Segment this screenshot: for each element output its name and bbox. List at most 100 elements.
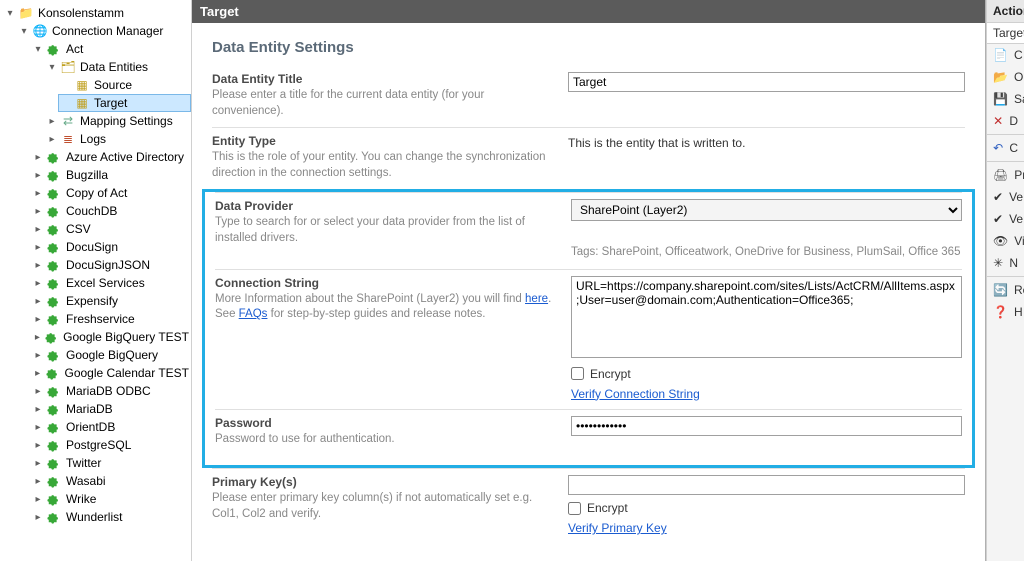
data-provider-select[interactable]: SharePoint (Layer2)	[571, 199, 962, 221]
action-item[interactable]: 👁Vi	[987, 230, 1024, 252]
expander-icon[interactable]: ▸	[32, 403, 44, 415]
tree-connection-item[interactable]: ▸ Twitter	[30, 454, 191, 472]
navigation-tree[interactable]: ▾ 📁 Konsolenstamm ▾ 🌐 Connection Manager	[0, 0, 192, 561]
tree-connection-item[interactable]: ▸ Excel Services	[30, 274, 191, 292]
tree-connection-item[interactable]: ▸ Wunderlist	[30, 508, 191, 526]
action-icon: ✔	[993, 189, 1003, 205]
tree-connection-item[interactable]: ▸ Freshservice	[30, 310, 191, 328]
action-label: Vi	[1014, 234, 1024, 248]
tree-label: Google BigQuery TEST	[63, 330, 189, 344]
password-input[interactable]	[571, 416, 962, 436]
tree-connection-item[interactable]: ▸ Google BigQuery	[30, 346, 191, 364]
expander-icon[interactable]: ▾	[32, 43, 44, 55]
tree-source[interactable]: ▸ ▦ Source	[58, 76, 191, 94]
tree-connection-item[interactable]: ▸ DocuSignJSON	[30, 256, 191, 274]
expander-icon[interactable]: ▸	[32, 277, 44, 289]
expander-icon[interactable]: ▸	[32, 385, 44, 397]
action-item[interactable]: ↶C	[987, 137, 1024, 159]
action-icon: 💾	[993, 91, 1008, 107]
tree-connection-item[interactable]: ▸ DocuSign	[30, 238, 191, 256]
action-item[interactable]: ✳N	[987, 252, 1024, 274]
tree-connection-item[interactable]: ▸ PostgreSQL	[30, 436, 191, 454]
expander-icon[interactable]: ▸	[32, 295, 44, 307]
expander-icon[interactable]: ▸	[32, 223, 44, 235]
action-item[interactable]: ✔Ve	[987, 208, 1024, 230]
faqs-link[interactable]: FAQs	[239, 308, 268, 320]
action-item[interactable]: 🖨Pr	[987, 164, 1024, 186]
expander-icon[interactable]: ▸	[32, 421, 44, 433]
expander-icon[interactable]: ▸	[32, 331, 43, 343]
action-item[interactable]: ✕D	[987, 110, 1024, 132]
tree-connection-item[interactable]: ▸ Bugzilla	[30, 166, 191, 184]
form-area[interactable]: Data Entity Settings Data Entity Title P…	[192, 23, 985, 561]
expander-icon[interactable]: ▸	[32, 457, 44, 469]
expander-icon[interactable]: ▸	[32, 187, 44, 199]
expander-icon[interactable]: ▸	[32, 169, 44, 181]
expander-icon[interactable]: ▸	[32, 511, 44, 523]
tree-target[interactable]: ▸ ▦ Target	[58, 94, 191, 112]
tree-connection-manager[interactable]: ▾ 🌐 Connection Manager	[16, 22, 191, 40]
expander-icon[interactable]: ▸	[46, 133, 58, 145]
tree-connection-item[interactable]: ▸ CSV	[30, 220, 191, 238]
tree-connection-item[interactable]: ▸ Copy of Act	[30, 184, 191, 202]
action-item[interactable]: 💾Sa	[987, 88, 1024, 110]
tree-connection-item[interactable]: ▸ Google BigQuery TEST	[30, 328, 191, 346]
tree-act[interactable]: ▾ Act	[30, 40, 191, 58]
encrypt-checkbox[interactable]	[571, 367, 584, 380]
tree-root[interactable]: ▾ 📁 Konsolenstamm	[2, 4, 191, 22]
action-label: O	[1014, 70, 1023, 84]
tree-logs[interactable]: ▸ ≣ Logs	[44, 130, 191, 148]
expander-icon[interactable]: ▾	[18, 25, 30, 37]
tree-connection-item[interactable]: ▸ Expensify	[30, 292, 191, 310]
expander-icon[interactable]: ▸	[32, 493, 44, 505]
action-item[interactable]: 📂O	[987, 66, 1024, 88]
data-entity-title-input[interactable]	[568, 72, 965, 92]
tree-connection-item[interactable]: ▸ MariaDB ODBC	[30, 382, 191, 400]
expander-icon[interactable]: ▾	[46, 61, 58, 73]
tree-connection-item[interactable]: ▸ Azure Active Directory	[30, 148, 191, 166]
expander-icon[interactable]: ▸	[32, 205, 44, 217]
entity-icon: ▦	[74, 77, 90, 93]
expander-icon[interactable]: ▸	[32, 259, 44, 271]
puzzle-icon	[46, 167, 62, 183]
tree-connection-item[interactable]: ▸ Wrike	[30, 490, 191, 508]
tree-connection-item[interactable]: ▸ Google Calendar TEST	[30, 364, 191, 382]
tree-data-entities[interactable]: ▾ 🗂 Data Entities	[44, 58, 191, 76]
tree-connection-item[interactable]: ▸ CouchDB	[30, 202, 191, 220]
connection-string-textarea[interactable]	[571, 276, 962, 358]
puzzle-icon	[46, 41, 62, 57]
tree-label: CouchDB	[66, 204, 117, 218]
action-item[interactable]: 📄C	[987, 44, 1024, 66]
puzzle-icon	[45, 365, 60, 381]
expander-icon[interactable]: ▸	[32, 439, 44, 451]
tree-mapping[interactable]: ▸ ⇄ Mapping Settings	[44, 112, 191, 130]
puzzle-icon	[46, 293, 62, 309]
expander-icon[interactable]: ▸	[32, 475, 44, 487]
expander-icon[interactable]: ▸	[32, 151, 44, 163]
expander-icon[interactable]: ▸	[32, 349, 44, 361]
expander-icon[interactable]: ▸	[32, 367, 43, 379]
expander-icon[interactable]: ▸	[32, 313, 44, 325]
tree-connection-item[interactable]: ▸ OrientDB	[30, 418, 191, 436]
field-password: Password Password to use for authenticat…	[215, 409, 962, 456]
verify-primary-key-link[interactable]: Verify Primary Key	[568, 521, 667, 535]
encrypt-pk-checkbox[interactable]	[568, 502, 581, 515]
entity-icon: ▦	[74, 95, 90, 111]
tree-label: OrientDB	[66, 420, 115, 434]
expander-icon[interactable]: ▸	[46, 115, 58, 127]
verify-connection-link[interactable]: Verify Connection String	[571, 387, 700, 401]
action-item[interactable]: ✔Ve	[987, 186, 1024, 208]
tree-connection-item[interactable]: ▸ MariaDB	[30, 400, 191, 418]
tree-connection-item[interactable]: ▸ Wasabi	[30, 472, 191, 490]
label: Primary Key(s)	[212, 475, 552, 489]
action-item[interactable]: 🔄Re	[987, 279, 1024, 301]
here-link[interactable]: here	[525, 293, 548, 305]
expander-icon[interactable]: ▾	[4, 7, 16, 19]
field-entity-type: Entity Type This is the role of your ent…	[212, 127, 965, 189]
expander-icon[interactable]: ▸	[32, 241, 44, 253]
action-icon: ↶	[993, 140, 1003, 156]
primary-key-input[interactable]	[568, 475, 965, 495]
tree-label: Azure Active Directory	[66, 150, 184, 164]
label: Password	[215, 416, 555, 430]
action-item[interactable]: ❓H	[987, 301, 1024, 323]
